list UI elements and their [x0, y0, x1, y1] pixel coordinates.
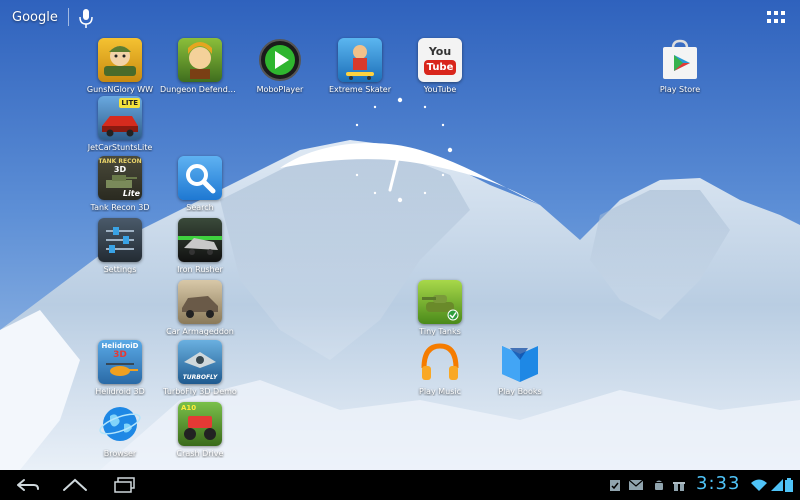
app-play-books[interactable]: Play Books — [480, 340, 560, 402]
app-label: Extreme Skater — [328, 85, 392, 94]
youtube-you-text: You — [428, 45, 452, 58]
app-moboplayer[interactable]: MoboPlayer — [240, 38, 320, 100]
app-car-armageddon[interactable]: Car Armageddon — [160, 280, 240, 342]
app-play-store[interactable]: Play Store — [640, 38, 720, 100]
google-search-label[interactable]: Google — [12, 10, 58, 25]
search-divider — [68, 8, 69, 26]
app-label: Crash Drive — [176, 449, 224, 458]
tank-recon-icon: TANK RECON 3D Lite — [98, 156, 142, 200]
android-debug-icon — [655, 480, 663, 490]
app-search[interactable]: Search — [160, 156, 240, 218]
app-label: JetCarStuntsLite — [87, 143, 153, 152]
youtube-icon: You Tube — [418, 38, 462, 82]
app-tank-recon[interactable]: TANK RECON 3D Lite Tank Recon 3D — [80, 156, 160, 218]
top-bar: Google — [0, 0, 800, 36]
all-apps-icon[interactable] — [766, 10, 786, 26]
soldier-icon — [98, 38, 142, 82]
magnifier-icon — [178, 156, 222, 200]
monster-truck-icon: A10 — [178, 402, 222, 446]
lite-badge: LITE — [119, 98, 140, 108]
tank-recon-lite: Lite — [122, 189, 140, 198]
jetcar-icon: LITE — [98, 96, 142, 140]
iron-rusher-icon — [178, 218, 222, 262]
app-label: Settings — [103, 265, 137, 274]
app-jetcar-stunts[interactable]: LITE JetCarStuntsLite — [80, 96, 160, 158]
helicopter-icon: HelidroiD 3D — [98, 340, 142, 384]
app-label: GunsNGlory WW — [86, 85, 154, 94]
app-crash-drive[interactable]: A10 Crash Drive — [160, 402, 240, 464]
battery-icon — [785, 478, 793, 492]
app-label: Browser — [103, 449, 137, 458]
app-label: Helidroid 3D — [95, 387, 145, 396]
clipboard-icon — [610, 480, 620, 491]
system-bar: 3:33 — [0, 470, 800, 500]
play-button-icon — [258, 38, 302, 82]
recent-apps-icon[interactable] — [110, 474, 140, 496]
app-dungeon-defenders[interactable]: Dungeon Defenders — [160, 38, 240, 100]
globe-icon — [98, 402, 142, 446]
clock-hour-hand — [388, 148, 402, 192]
headphones-icon — [418, 340, 462, 384]
app-label: Tiny Tanks — [419, 327, 461, 336]
app-iron-rusher[interactable]: Iron Rusher — [160, 218, 240, 280]
microphone-icon[interactable] — [78, 7, 94, 29]
analog-clock-widget[interactable] — [340, 90, 460, 210]
sliders-icon — [98, 218, 142, 262]
app-browser[interactable]: Browser — [80, 402, 160, 464]
app-extreme-skater[interactable]: Extreme Skater — [320, 38, 400, 100]
status-clock[interactable]: 3:33 — [696, 473, 740, 494]
home-icon[interactable] — [60, 474, 90, 496]
app-helidroid[interactable]: HelidroiD 3D Helidroid 3D — [80, 340, 160, 402]
app-label: Dungeon Defenders — [160, 85, 240, 94]
crash-drive-badge: A10 — [181, 404, 197, 412]
app-label: Tank Recon 3D — [90, 203, 150, 212]
youtube-tube-text: Tube — [424, 60, 456, 75]
back-icon[interactable] — [12, 474, 42, 496]
app-label: YouTube — [423, 85, 457, 94]
gift-icon — [673, 482, 685, 491]
app-label: TurboFly 3D Demo — [163, 387, 237, 396]
app-label: MoboPlayer — [256, 85, 304, 94]
app-youtube[interactable]: You Tube YouTube — [400, 38, 480, 100]
app-tiny-tanks[interactable]: Tiny Tanks — [400, 280, 480, 342]
app-label: Play Store — [659, 85, 701, 94]
app-gunsnglory[interactable]: GunsNGlory WW — [80, 38, 160, 100]
turbofly-text: TURBOFLY — [182, 374, 218, 381]
dungeon-hero-icon — [178, 38, 222, 82]
app-label: Search — [186, 203, 214, 212]
app-label: Iron Rusher — [177, 265, 223, 274]
book-icon — [498, 340, 542, 384]
turbofly-icon: TURBOFLY — [178, 340, 222, 384]
app-play-music[interactable]: Play Music — [400, 340, 480, 402]
app-label: Play Books — [498, 387, 542, 396]
tiny-tank-icon — [418, 280, 462, 324]
wifi-icon — [751, 479, 767, 491]
skater-icon — [338, 38, 382, 82]
app-settings[interactable]: Settings — [80, 218, 160, 280]
clock-minute-hand — [399, 149, 411, 156]
app-label: Play Music — [419, 387, 461, 396]
signal-icon — [771, 479, 783, 491]
armored-car-icon — [178, 280, 222, 324]
app-label: Car Armageddon — [166, 327, 234, 336]
gmail-icon — [628, 479, 644, 490]
shopping-bag-icon — [658, 38, 702, 82]
app-turbofly[interactable]: TURBOFLY TurboFly 3D Demo — [160, 340, 240, 402]
